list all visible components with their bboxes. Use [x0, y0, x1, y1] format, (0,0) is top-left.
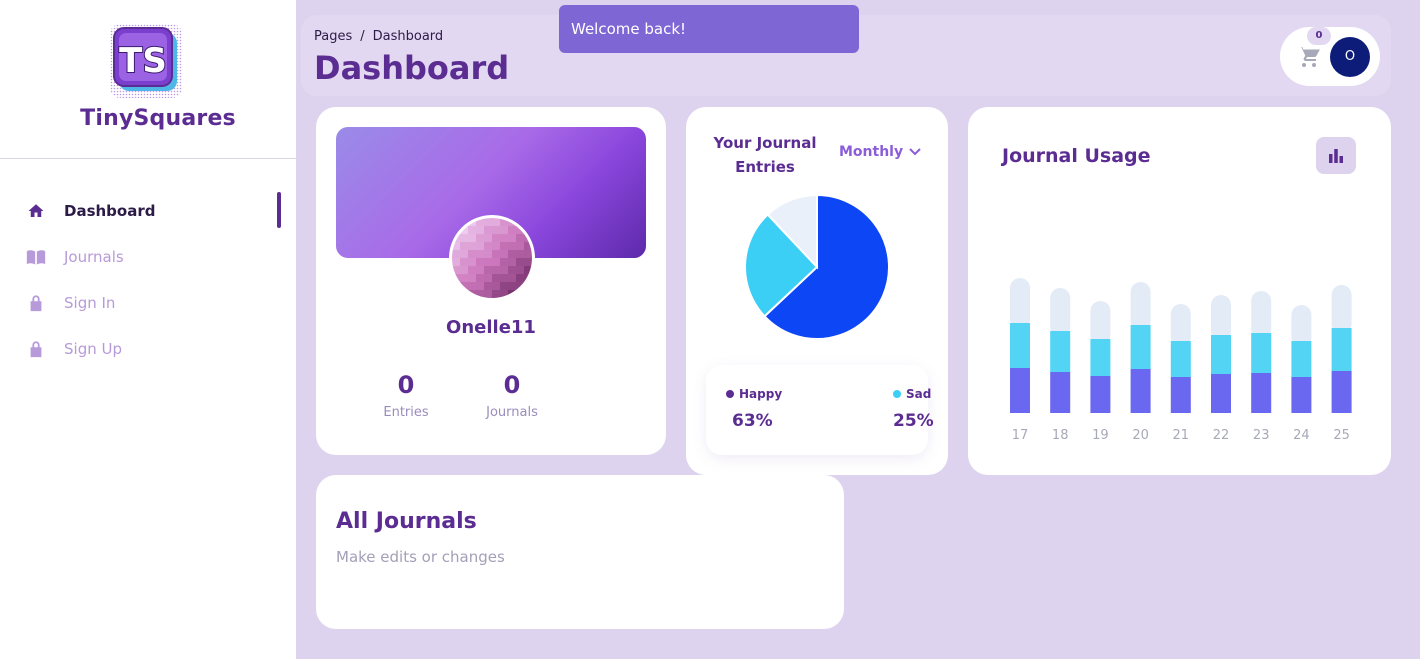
all-journals-card: All Journals Make edits or changes	[316, 475, 844, 629]
sidebar-item-dashboard[interactable]: Dashboard	[0, 188, 296, 234]
welcome-toast: Welcome back!	[559, 5, 859, 53]
usage-bar-chart: 17 18 19 20 21 22 23 24 25	[1010, 278, 1352, 443]
bar-segment-25-1[interactable]	[1331, 328, 1352, 371]
period-dropdown[interactable]: Monthly	[839, 144, 921, 160]
toast-message: Welcome back!	[571, 20, 687, 38]
bar-segment-17-0[interactable]	[1010, 368, 1030, 413]
breadcrumb-pages[interactable]: Pages	[314, 29, 352, 44]
user-avatar[interactable]: O	[1330, 37, 1370, 77]
entries-label: Entries	[383, 405, 429, 420]
lock-icon	[26, 293, 46, 313]
user-controls: 0 O	[1280, 27, 1380, 86]
sidebar-nav: Dashboard Journals Sign In Sign Up	[0, 188, 296, 372]
bar-segment-23-1[interactable]	[1251, 333, 1272, 373]
cart-icon[interactable]	[1297, 45, 1321, 69]
journal-entries-card: Your Journal Entries Monthly Happy 63% S…	[686, 107, 948, 475]
bar-segment-19-2[interactable]	[1090, 301, 1111, 345]
legend-dot	[726, 390, 734, 398]
x-tick-label: 25	[1333, 428, 1350, 443]
lock-icon	[26, 339, 46, 359]
page-title: Dashboard	[314, 49, 510, 87]
profile-picture[interactable]	[449, 215, 535, 301]
bar-segment-22-2[interactable]	[1211, 295, 1231, 341]
home-icon	[26, 201, 46, 221]
bar-segment-19-1[interactable]	[1090, 339, 1111, 376]
usage-card-title: Journal Usage	[1002, 145, 1151, 167]
legend-value: 25%	[893, 411, 934, 431]
breadcrumb-separator: /	[360, 29, 365, 44]
all-journals-title: All Journals	[336, 509, 477, 534]
x-tick-label: 24	[1293, 428, 1310, 443]
bar-segment-18-1[interactable]	[1050, 331, 1071, 372]
cart-count-badge: 0	[1307, 27, 1331, 45]
sidebar-item-journals[interactable]: Journals	[0, 234, 296, 280]
bar-segment-22-1[interactable]	[1211, 335, 1231, 374]
chart-toggle-button[interactable]	[1316, 137, 1356, 174]
sidebar-item-label: Sign Up	[64, 340, 122, 358]
sidebar-item-label: Sign In	[64, 294, 116, 312]
bar-segment-24-0[interactable]	[1291, 377, 1312, 413]
bar-segment-20-2[interactable]	[1130, 282, 1151, 331]
breadcrumb: Pages / Dashboard	[314, 29, 443, 44]
legend-value: 63%	[732, 411, 773, 431]
profile-username: Onelle11	[446, 317, 536, 338]
journals-label: Journals	[486, 405, 538, 420]
all-journals-subtitle: Make edits or changes	[336, 548, 505, 566]
x-tick-label: 22	[1213, 428, 1230, 443]
bar-segment-20-0[interactable]	[1130, 369, 1151, 413]
sidebar-divider	[0, 158, 296, 159]
x-tick-label: 21	[1173, 428, 1190, 443]
active-indicator	[277, 192, 281, 228]
bar-segment-25-2[interactable]	[1331, 285, 1352, 334]
bar-segment-18-0[interactable]	[1050, 372, 1071, 413]
mood-pie-chart	[744, 193, 890, 340]
period-dropdown-label: Monthly	[839, 144, 904, 160]
bar-segment-25-0[interactable]	[1331, 371, 1352, 413]
entries-stat: 0 Entries	[361, 371, 451, 420]
legend-label: Sad	[906, 387, 932, 401]
journal-usage-card: Journal Usage 17 18 19 20 21 22 23 24 25	[968, 107, 1391, 475]
chevron-down-icon	[909, 148, 921, 156]
bar-segment-17-1[interactable]	[1010, 323, 1030, 368]
brand-name: TinySquares	[80, 106, 236, 131]
bar-segment-24-2[interactable]	[1291, 305, 1312, 347]
bar-segment-21-0[interactable]	[1170, 377, 1191, 413]
bar-segment-19-0[interactable]	[1090, 376, 1111, 413]
entries-count: 0	[397, 371, 415, 399]
journals-stat: 0 Journals	[467, 371, 557, 420]
bar-segment-21-2[interactable]	[1170, 304, 1191, 347]
x-tick-label: 23	[1253, 428, 1270, 443]
sidebar-item-sign-in[interactable]: Sign In	[0, 280, 296, 326]
book-icon	[26, 247, 46, 267]
sidebar-item-label: Journals	[64, 248, 124, 266]
legend-happy: Happy 63%	[726, 387, 782, 431]
bar-segment-18-2[interactable]	[1050, 288, 1071, 337]
bar-segment-24-1[interactable]	[1291, 341, 1312, 377]
legend-dot	[893, 390, 901, 398]
bar-segment-17-2[interactable]	[1010, 278, 1030, 329]
legend-label: Happy	[739, 387, 783, 401]
pie-card-title: Your Journal Entries	[713, 134, 817, 176]
profile-card: Onelle11 0 Entries 0 Journals	[316, 107, 666, 455]
legend-sad: Sad 25%	[893, 387, 934, 431]
sidebar-item-label: Dashboard	[64, 202, 156, 220]
x-tick-label: 17	[1012, 428, 1029, 443]
sidebar: TS TinySquares Dashboard Journals Sign I…	[0, 0, 296, 659]
bar-segment-23-2[interactable]	[1251, 291, 1272, 339]
breadcrumb-current: Dashboard	[372, 29, 444, 44]
x-tick-label: 18	[1052, 428, 1069, 443]
bar-segment-23-0[interactable]	[1251, 373, 1272, 413]
x-tick-label: 19	[1092, 428, 1109, 443]
sidebar-item-sign-up[interactable]: Sign Up	[0, 326, 296, 372]
journals-count: 0	[503, 371, 521, 399]
bar-segment-20-1[interactable]	[1130, 325, 1151, 369]
bar-segment-21-1[interactable]	[1170, 341, 1191, 377]
svg-text:TS: TS	[119, 41, 167, 81]
bar-segment-22-0[interactable]	[1211, 374, 1231, 413]
x-tick-label: 20	[1132, 428, 1149, 443]
bar-chart-icon	[1329, 148, 1343, 163]
pie-legend: Happy 63% Sad 25%	[706, 365, 934, 455]
brand-logo[interactable]: TS	[110, 24, 182, 98]
